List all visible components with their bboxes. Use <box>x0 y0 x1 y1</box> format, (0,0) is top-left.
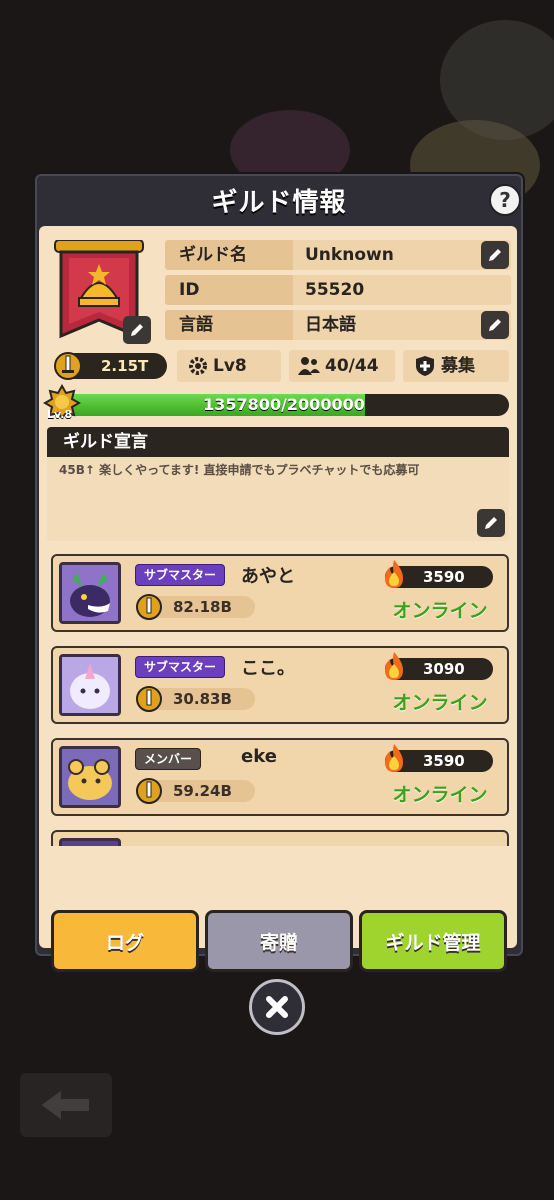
member-name: あやと <box>241 566 295 587</box>
guild-level-badge-text: Lv.8 <box>47 408 73 421</box>
member-row[interactable]: サブマスター あやと 82.18B 3590 オンライン <box>51 554 509 632</box>
member-role-badge: メンバー <box>135 748 202 770</box>
member-avatar <box>59 562 121 624</box>
sword-shield-icon <box>136 686 162 712</box>
close-button[interactable] <box>249 979 305 1035</box>
edit-emblem-button[interactable] <box>123 316 151 344</box>
member-fire-value: 3590 <box>423 752 465 770</box>
guild-exp-bar: 1357800/2000000 <box>59 394 509 416</box>
gear-icon <box>189 357 207 375</box>
guild-id-row: ID 55520 <box>165 275 511 305</box>
back-arrow-icon <box>38 1087 91 1123</box>
guild-stats-row: 2.15T Lv8 40/44 募集 <box>51 350 509 382</box>
recruit-label: 募集 <box>441 356 475 376</box>
guild-members-value: 40/44 <box>325 356 379 376</box>
guild-power-value: 2.15T <box>101 357 149 375</box>
member-power: 30.83B <box>136 686 255 712</box>
guild-level-box: Lv8 <box>177 350 281 382</box>
donate-button[interactable]: 寄贈 <box>205 910 353 972</box>
member-fire-count: 3590 <box>385 560 493 588</box>
member-avatar <box>59 654 121 716</box>
member-avatar <box>59 838 121 846</box>
member-power-value: 59.24B <box>173 782 232 800</box>
edit-declaration-button[interactable] <box>477 509 505 537</box>
edit-name-button[interactable] <box>481 241 509 269</box>
member-name: eke <box>241 746 277 767</box>
members-icon <box>298 357 320 375</box>
member-fire-value: 3590 <box>423 568 465 586</box>
pencil-icon <box>489 319 501 331</box>
guild-emblem[interactable] <box>51 239 151 350</box>
close-icon <box>266 996 288 1018</box>
pencil-icon <box>485 517 497 529</box>
dialog-header: ギルド情報 ? <box>35 174 523 226</box>
guild-declaration: ギルド宣言 45B↑ 楽しくやってます! 直接申請でもプラベチャットでも応募可 <box>47 427 509 541</box>
member-power: 82.18B <box>136 594 255 620</box>
guild-language-value: 日本語 <box>305 315 356 335</box>
help-button[interactable]: ? <box>489 184 521 216</box>
member-fire-count: 3090 <box>385 652 493 680</box>
guild-info-dialog: ギルド情報 ? ギルド名 Unknown ID 55520 言語 日本語 2.1… <box>33 172 525 972</box>
guild-exp-text: 1357800/2000000 <box>203 395 365 414</box>
fire-icon <box>385 560 403 588</box>
fire-icon <box>385 652 403 680</box>
back-button[interactable] <box>20 1073 112 1137</box>
guild-language-row: 言語 日本語 <box>165 310 511 340</box>
hamster-avatar-icon <box>62 749 118 805</box>
member-fire-value: 3090 <box>423 660 465 678</box>
guild-name-value: Unknown <box>305 245 394 265</box>
member-fire-count: 3590 <box>385 744 493 772</box>
pencil-icon <box>489 249 501 261</box>
member-status: オンライン <box>392 784 488 806</box>
member-avatar <box>59 746 121 808</box>
dialog-body: ギルド名 Unknown ID 55520 言語 日本語 2.15T Lv8 4… <box>39 226 517 972</box>
fire-icon <box>385 744 403 772</box>
edit-language-button[interactable] <box>481 311 509 339</box>
guild-level-badge: Lv.8 <box>42 383 82 424</box>
guild-power-badge: 2.15T <box>54 352 167 380</box>
member-list: サブマスター あやと 82.18B 3590 オンライン サブマスター ここ。 … <box>39 552 517 846</box>
guild-id-value: 55520 <box>305 280 365 300</box>
sword-shield-icon <box>54 352 82 380</box>
member-row-partial[interactable] <box>51 830 509 846</box>
dialog-title: ギルド情報 <box>211 187 347 218</box>
guild-members-box: 40/44 <box>289 350 395 382</box>
declaration-title: ギルド宣言 <box>47 427 509 457</box>
member-role-badge: サブマスター <box>135 564 226 586</box>
shield-plus-icon <box>416 356 434 376</box>
sword-shield-icon <box>136 778 162 804</box>
pencil-icon <box>131 324 143 336</box>
member-row[interactable]: メンバー eke 59.24B 3590 オンライン <box>51 738 509 816</box>
guild-name-row: ギルド名 Unknown <box>165 240 511 270</box>
member-status: オンライン <box>392 600 488 622</box>
guild-manage-button[interactable]: ギルド管理 <box>359 910 507 972</box>
member-power-value: 82.18B <box>173 598 232 616</box>
member-row[interactable]: サブマスター ここ。 30.83B 3090 オンライン <box>51 646 509 724</box>
sword-shield-icon <box>136 594 162 620</box>
declaration-text: 45B↑ 楽しくやってます! 直接申請でもプラベチャットでも応募可 <box>59 463 420 477</box>
member-power-value: 30.83B <box>173 690 232 708</box>
unicorn-avatar-icon <box>62 657 118 713</box>
guild-language-label: 言語 <box>165 310 293 340</box>
guild-name-label: ギルド名 <box>165 240 293 270</box>
member-status: オンライン <box>392 692 488 714</box>
guild-id-label: ID <box>165 275 293 305</box>
member-name: ここ。 <box>241 658 295 679</box>
guild-level-value: Lv8 <box>213 356 247 376</box>
recruit-button[interactable]: 募集 <box>403 350 509 382</box>
member-power: 59.24B <box>136 778 255 804</box>
member-role-badge: サブマスター <box>135 656 226 678</box>
dragon-avatar-icon <box>62 565 118 621</box>
log-button[interactable]: ログ <box>51 910 199 972</box>
